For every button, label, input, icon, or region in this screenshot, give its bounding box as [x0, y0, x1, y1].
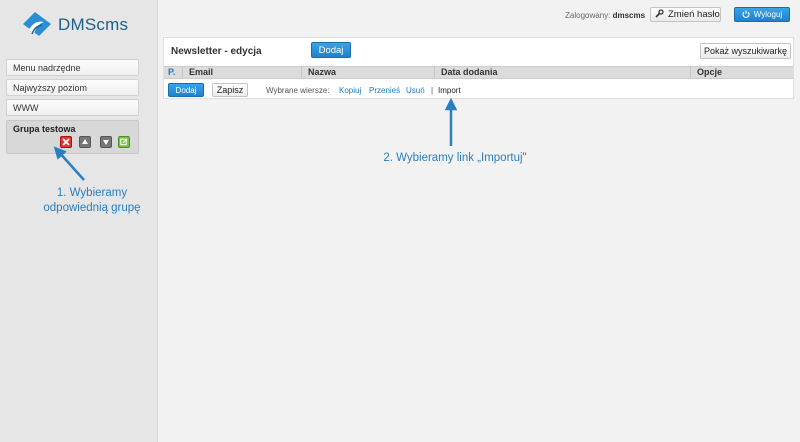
annotation-step-1-line-2: odpowiednią grupę	[43, 202, 141, 214]
annotation-step-1: 1. Wybieramy odpowiednią grupę	[22, 186, 162, 216]
annotation-step-1-line-1: 1. Wybieramy	[56, 187, 128, 199]
arrow-to-group	[53, 146, 85, 181]
annotation-step-2: 2. Wybieramy link „Importuj"	[383, 152, 527, 164]
annotation-arrows	[53, 97, 458, 181]
